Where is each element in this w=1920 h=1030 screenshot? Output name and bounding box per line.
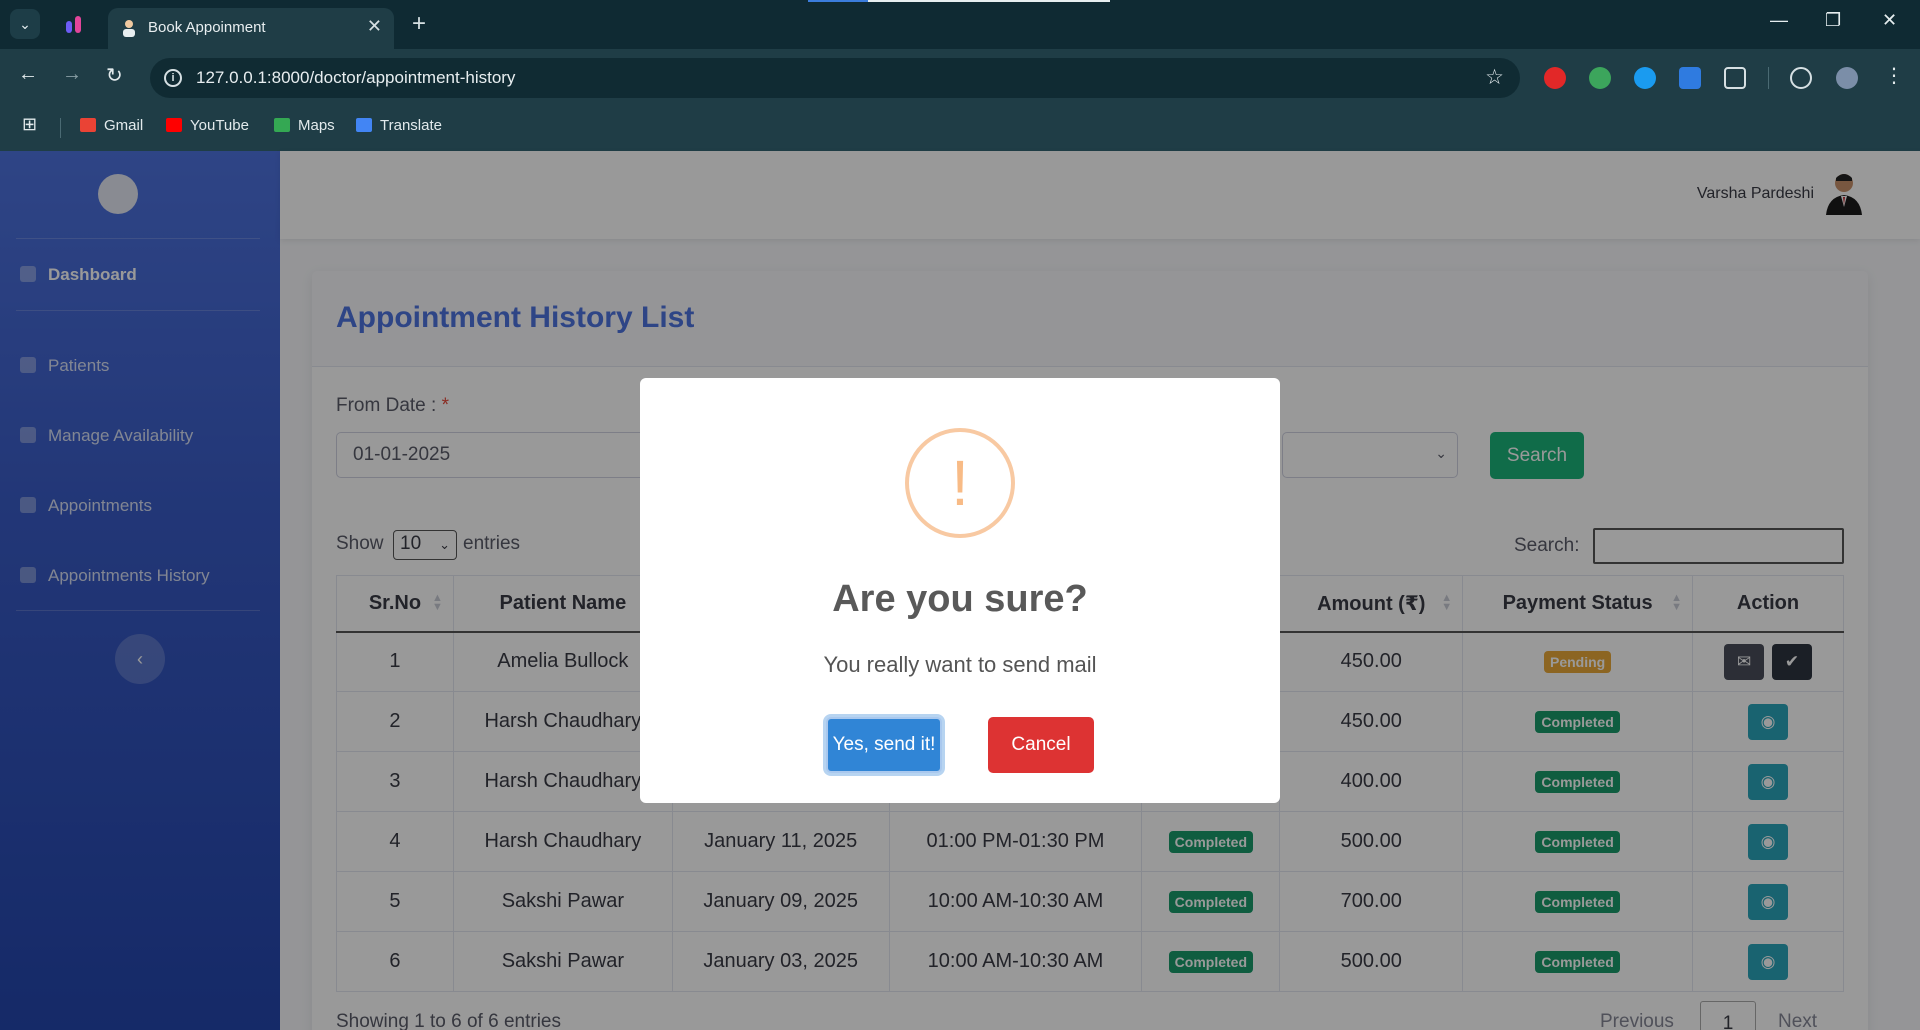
app-logo-icon[interactable] xyxy=(64,14,84,34)
close-tab-icon[interactable]: ✕ xyxy=(367,16,382,37)
grammarly-extension-icon[interactable] xyxy=(1634,67,1656,89)
extensions-puzzle-icon[interactable] xyxy=(1724,67,1746,89)
apps-grid-icon[interactable]: ⊞ xyxy=(22,114,37,135)
bookmarks-bar: ⊞ Gmail YouTube Maps Translate xyxy=(0,104,1920,151)
new-tab-button[interactable]: + xyxy=(412,10,426,38)
browser-tab-bar: ⌄ Book Appoinment ✕ + — ❐ ✕ xyxy=(0,0,1920,49)
bookmark-label: YouTube xyxy=(190,117,249,134)
reload-icon[interactable]: ↻ xyxy=(106,63,123,88)
bookmark-label: Maps xyxy=(298,117,335,134)
dialog-title: Are you sure? xyxy=(832,578,1088,620)
sheets-extension-icon[interactable] xyxy=(1589,67,1611,89)
bookmark-maps[interactable]: Maps xyxy=(274,117,335,134)
translate-icon xyxy=(356,118,372,132)
performance-icon[interactable] xyxy=(1790,67,1812,89)
tab-book-appointment[interactable]: Book Appoinment ✕ xyxy=(108,8,394,49)
tab-title: Book Appoinment xyxy=(148,19,266,36)
bookmark-translate[interactable]: Translate xyxy=(356,117,442,134)
restore-icon[interactable]: ❐ xyxy=(1825,10,1841,31)
cancel-button[interactable]: Cancel xyxy=(988,717,1094,773)
doctor-favicon-icon xyxy=(123,20,135,37)
bookmark-star-icon[interactable]: ☆ xyxy=(1485,65,1504,90)
confirm-dialog: ! Are you sure? You really want to send … xyxy=(640,378,1280,803)
bookmarks-divider xyxy=(60,118,61,138)
forward-icon[interactable]: → xyxy=(62,63,82,86)
browser-toolbar: ← → ↻ i 127.0.0.1:8000/doctor/appointmen… xyxy=(0,49,1920,104)
back-icon[interactable]: ← xyxy=(18,63,38,86)
bookmark-gmail[interactable]: Gmail xyxy=(80,117,143,134)
warning-icon: ! xyxy=(905,428,1015,538)
youtube-icon xyxy=(166,118,182,132)
bookmark-label: Gmail xyxy=(104,117,144,134)
loading-indicator xyxy=(808,0,1110,2)
browser-menu-icon[interactable]: ⋮ xyxy=(1884,63,1904,88)
close-window-icon[interactable]: ✕ xyxy=(1882,10,1897,31)
tab-search-button[interactable]: ⌄ xyxy=(10,9,40,39)
adblock-extension-icon[interactable] xyxy=(1544,67,1566,89)
url-text[interactable]: 127.0.0.1:8000/doctor/appointment-histor… xyxy=(196,68,515,88)
gmail-icon xyxy=(80,118,96,132)
toolbar-divider xyxy=(1768,67,1769,89)
address-bar[interactable]: i 127.0.0.1:8000/doctor/appointment-hist… xyxy=(150,58,1520,98)
dialog-message: You really want to send mail xyxy=(823,652,1097,677)
fi-extension-icon[interactable] xyxy=(1679,67,1701,89)
site-info-icon[interactable]: i xyxy=(164,69,182,87)
minimize-icon[interactable]: — xyxy=(1770,10,1788,31)
bookmark-label: Translate xyxy=(380,117,442,134)
profile-avatar-icon[interactable] xyxy=(1836,67,1858,89)
confirm-send-button[interactable]: Yes, send it! xyxy=(826,717,942,773)
maps-icon xyxy=(274,118,290,132)
bookmark-youtube[interactable]: YouTube xyxy=(166,117,249,134)
